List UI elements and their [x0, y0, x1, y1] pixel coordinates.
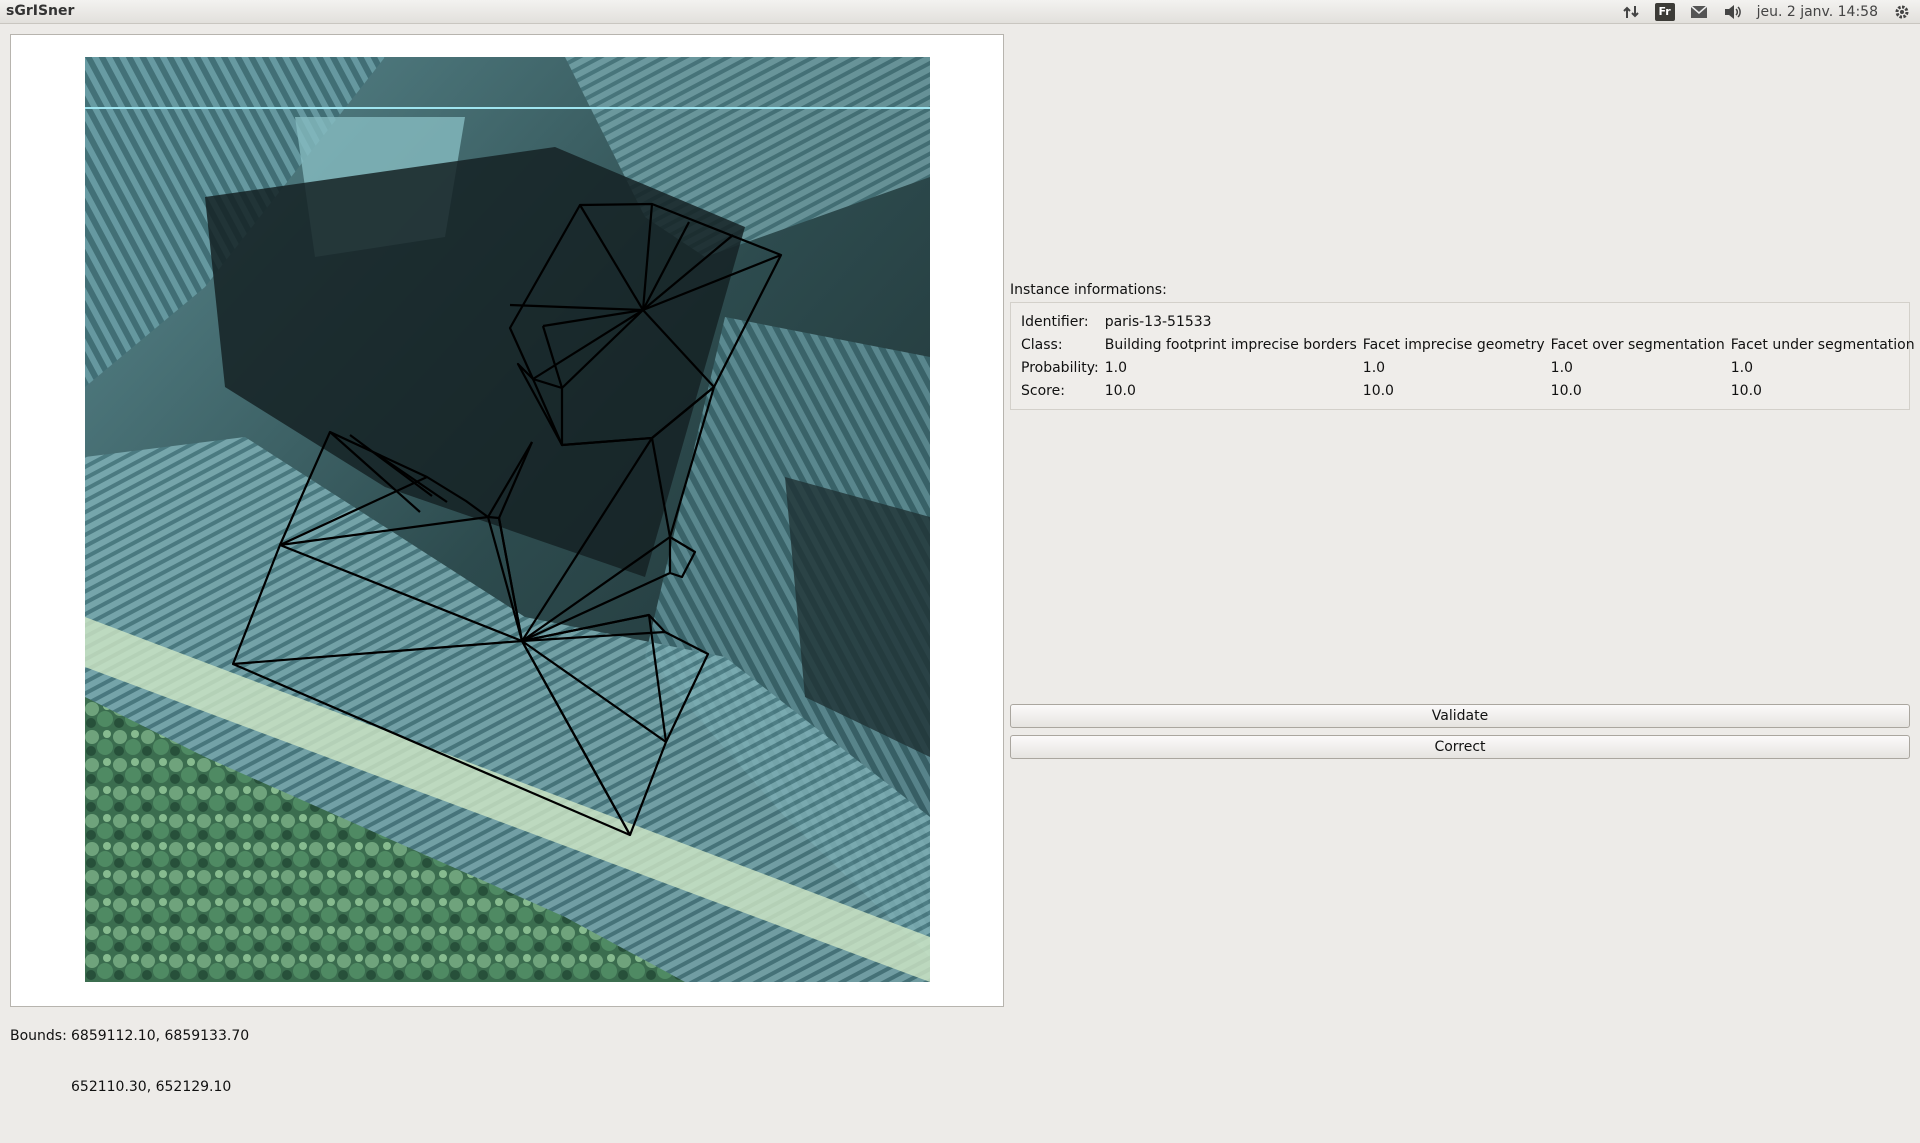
probability-value: 1.0	[1730, 359, 1754, 376]
probability-value: 1.0	[1550, 359, 1573, 376]
class-value: Facet under segmentation	[1730, 336, 1915, 353]
probability-label: Probability:	[1021, 359, 1099, 376]
score-value: 10.0	[1550, 382, 1582, 399]
validate-button[interactable]: Validate	[1010, 704, 1910, 728]
score-label: Score:	[1021, 382, 1065, 399]
mail-icon[interactable]	[1689, 2, 1709, 22]
app-title: sGrISner	[6, 3, 75, 19]
score-value: 10.0	[1730, 382, 1762, 399]
class-row: Class: Building footprint imprecise bord…	[1021, 333, 1920, 356]
instance-info-box: Identifier: paris-13-51533 Class: Buildi…	[1010, 302, 1915, 410]
score-row: Score: 10.0 10.0 10.0 10.0	[1021, 379, 1920, 402]
bounds-row-1: 6859112.10, 6859133.70	[71, 1028, 250, 1044]
probability-row: Probability: 1.0 1.0 1.0 1.0	[1021, 356, 1920, 379]
volume-icon[interactable]	[1723, 2, 1743, 22]
class-label: Class:	[1021, 336, 1063, 353]
score-value: 10.0	[1104, 382, 1136, 399]
instance-info-title: Instance informations:	[1010, 282, 1167, 298]
probability-value: 1.0	[1362, 359, 1386, 376]
image-view-panel	[10, 34, 1004, 1007]
class-value: Facet over segmentation	[1550, 336, 1725, 353]
correct-button[interactable]: Correct	[1010, 735, 1910, 759]
class-value: Building footprint imprecise borders	[1104, 336, 1357, 353]
identifier-value: paris-13-51533	[1104, 313, 1212, 330]
clock[interactable]: jeu. 2 janv. 14:58	[1757, 4, 1878, 20]
instance-info-table: Identifier: paris-13-51533 Class: Buildi…	[1021, 310, 1920, 402]
identifier-label: Identifier:	[1021, 313, 1089, 330]
system-tray: Fr jeu. 2 janv. 14:58	[1621, 0, 1912, 24]
identifier-row: Identifier: paris-13-51533	[1021, 310, 1920, 333]
class-value: Facet imprecise geometry	[1362, 336, 1545, 353]
score-value: 10.0	[1362, 382, 1394, 399]
bounds-row-2: 652110.30, 652129.10	[71, 1079, 232, 1095]
network-updown-icon[interactable]	[1621, 2, 1641, 22]
top-panel: sGrISner Fr jeu. 2 janv. 14:58	[0, 0, 1920, 24]
bounds-label: Bounds:	[10, 1028, 67, 1044]
probability-value: 1.0	[1104, 359, 1127, 376]
gear-icon[interactable]	[1892, 2, 1912, 22]
aerial-image-with-roof-polygons[interactable]	[85, 57, 930, 982]
keyboard-layout-icon[interactable]: Fr	[1654, 3, 1675, 21]
